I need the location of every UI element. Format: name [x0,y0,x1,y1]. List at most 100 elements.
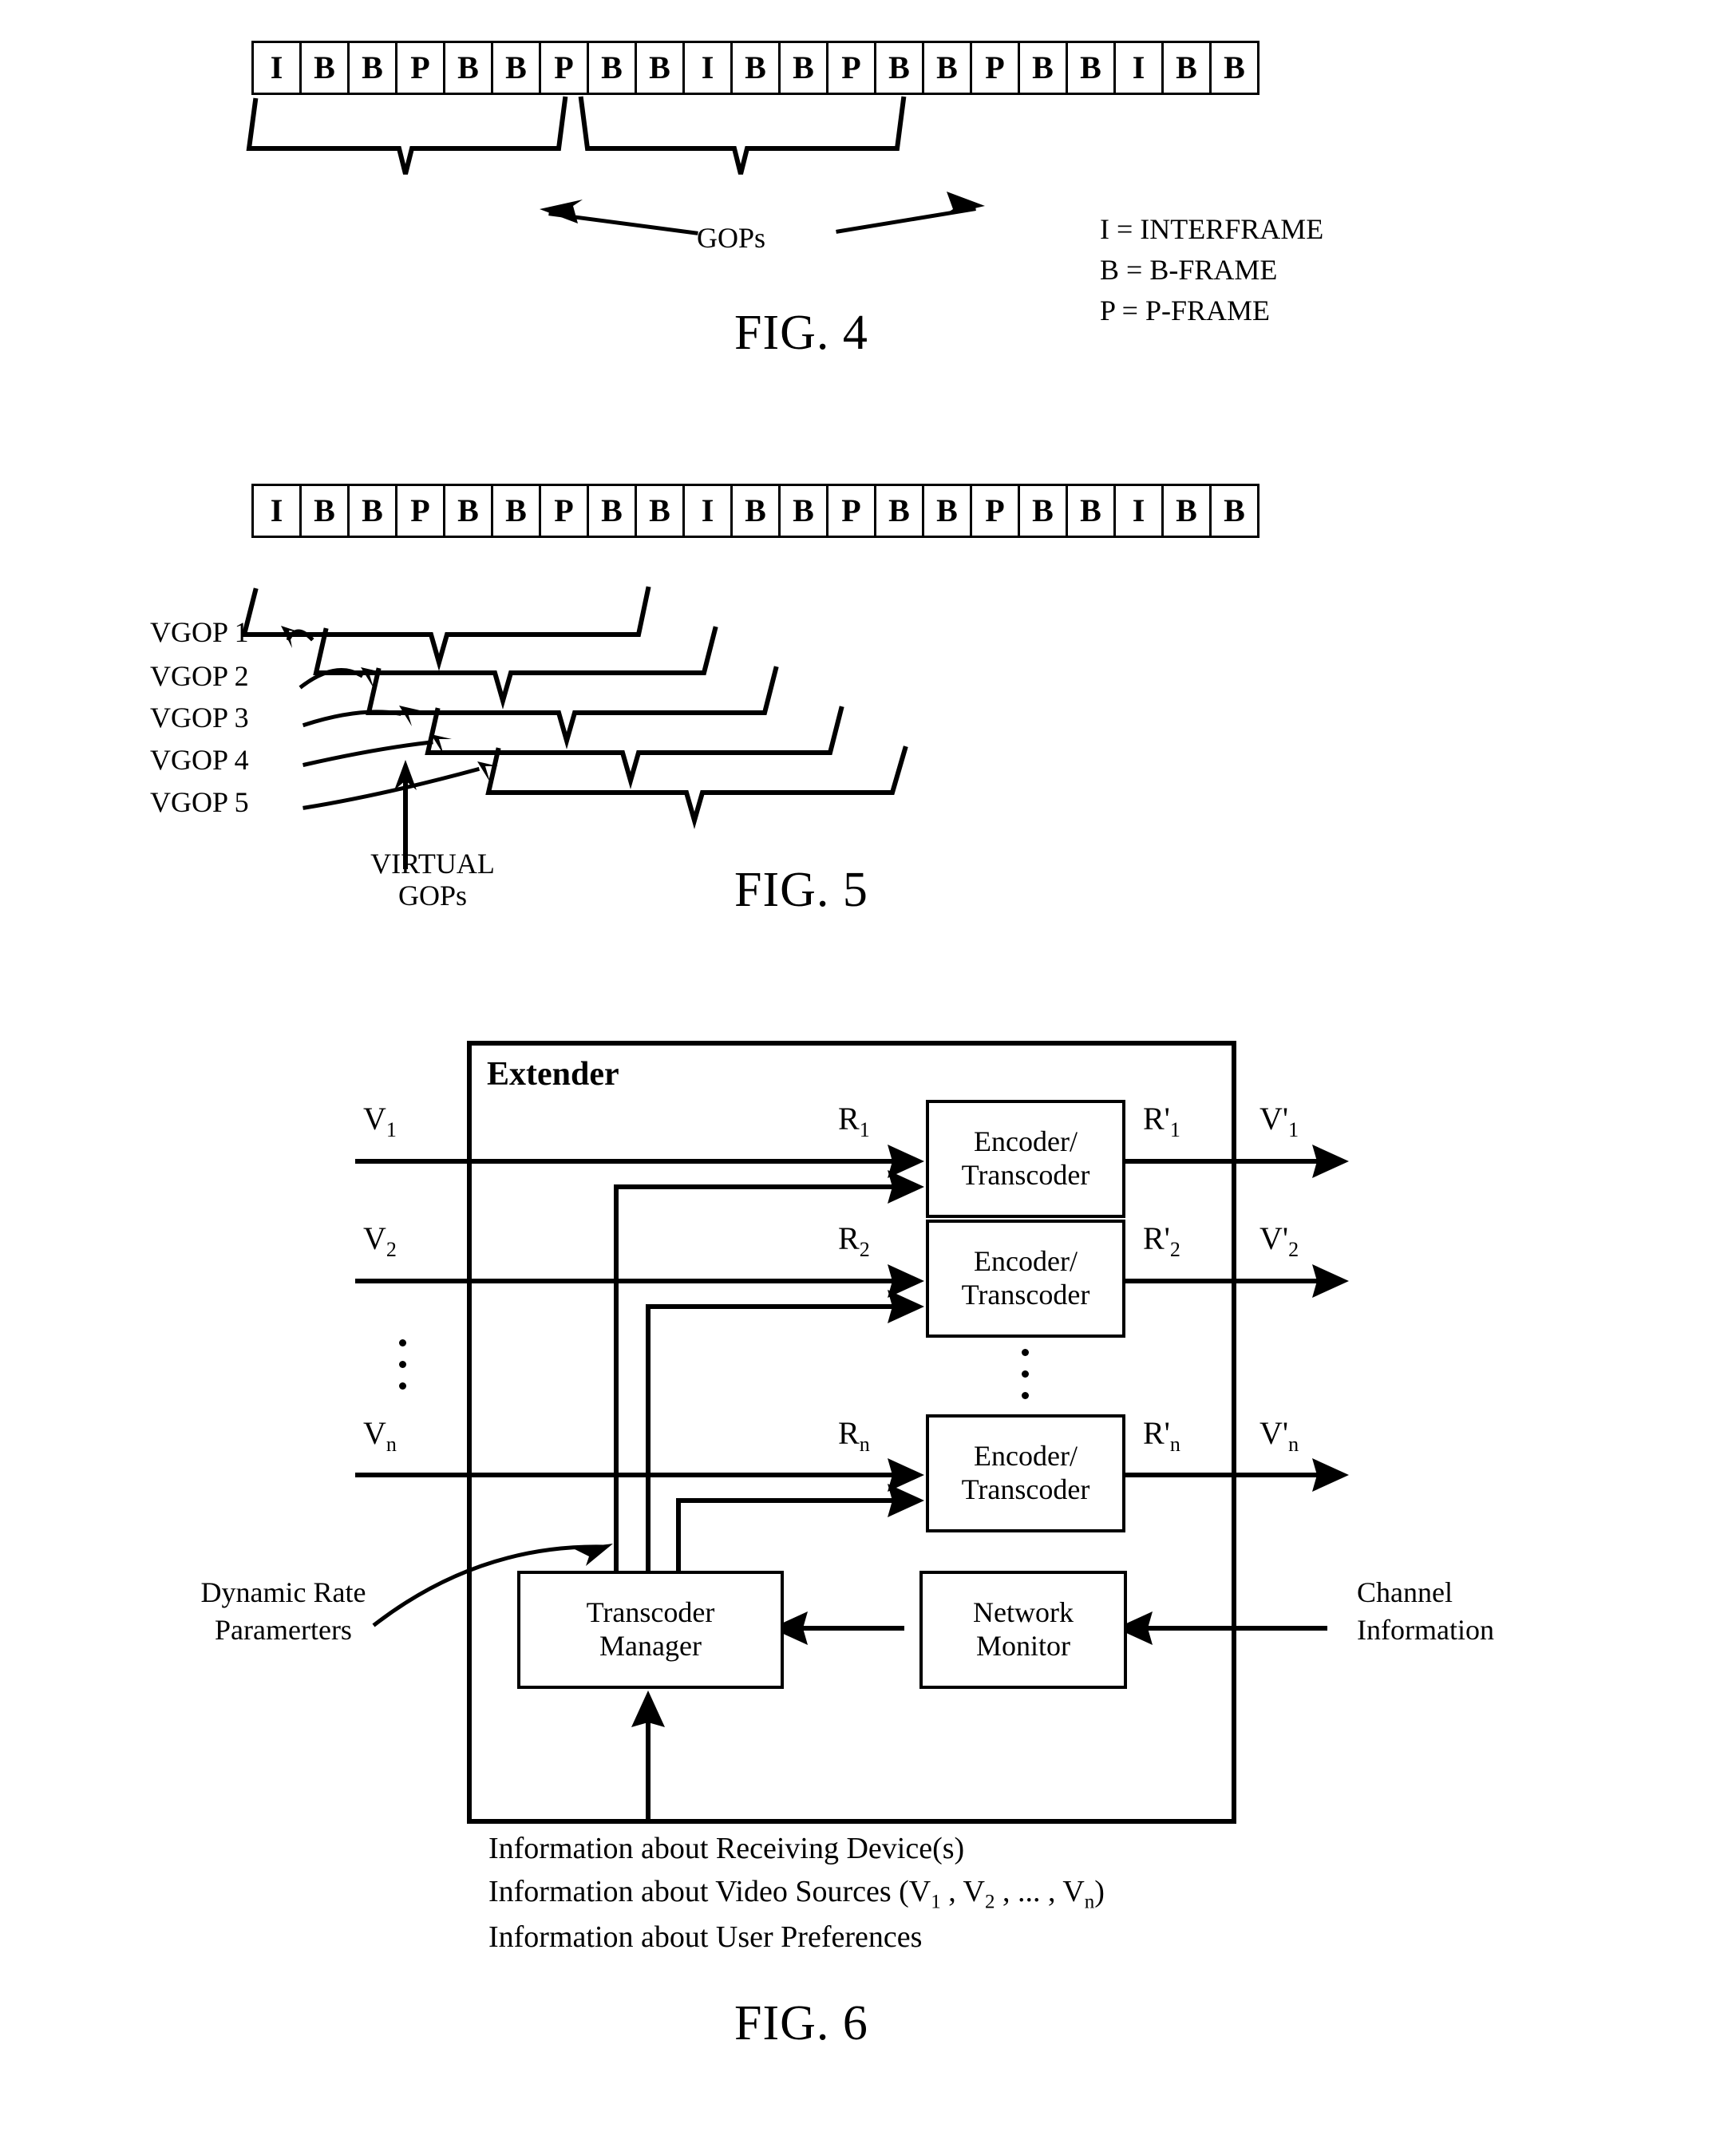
fig4-frame-cell: B [350,43,397,93]
fig4-frame-cell: I [1116,43,1164,93]
information-block: Information about Receiving Device(s) In… [488,1828,1105,1959]
fig4-frame-cell: B [589,43,637,93]
fig4-frame-cell: B [1068,43,1116,93]
vgop-label-4: VGOP 4 [150,744,249,776]
channel-information-line2: Information [1357,1613,1494,1646]
virtual-gops-line1: VIRTUAL [370,848,495,880]
fig4-frame-cell: B [876,43,924,93]
fig5-frame-cell: B [589,486,637,536]
fig5-frame-cell: B [350,486,397,536]
fig4-frame-cell: B [493,43,541,93]
sig-r2-base: R [838,1220,860,1256]
signal-output-video-1: V'1 [1259,1100,1299,1142]
sig-vp1-sub: 1 [1288,1118,1299,1141]
sig-v1-base: V [363,1101,386,1137]
sig-vn-sub: n [386,1433,397,1456]
fig4-frame-cell: B [924,43,972,93]
sig-vn-base: V [363,1415,386,1451]
fig5-frame-cell: B [493,486,541,536]
encoder-transcoder-box-n[interactable]: Encoder/ Transcoder [926,1414,1125,1532]
virtual-gops-line2: GOPs [397,880,468,912]
vgop-label-5: VGOP 5 [150,786,249,818]
info-line-user-preferences: Information about User Preferences [488,1920,923,1955]
fig4-frame-cell: B [781,43,828,93]
transcoder-manager-line1: Transcoder [586,1596,715,1629]
sig-rpn-base: R' [1143,1415,1170,1451]
signal-rate-n: Rn [838,1414,870,1457]
channel-information-label: Channel Information [1357,1574,1620,1649]
fig5-frame-cell: I [685,486,733,536]
sig-r2-sub: 2 [859,1238,870,1261]
sig-rp2-sub: 2 [1169,1238,1180,1261]
encoder-box-1-line2: Transcoder [961,1159,1090,1191]
info-line-receiving-devices: Information about Receiving Device(s) [488,1832,965,1865]
extender-title: Extender [487,1056,619,1093]
fig4-gops-label: GOPs [697,222,766,254]
legend-line-pframe: P = P-FRAME [1100,295,1271,327]
sig-rn-sub: n [859,1433,870,1456]
fig5-frame-cell: B [733,486,781,536]
vgop-arrowheads [281,626,498,790]
fig5-frame-cell: B [876,486,924,536]
fig4-frame-cell: P [972,43,1020,93]
input-ellipsis [399,1339,406,1390]
encoder-transcoder-box-1[interactable]: Encoder/ Transcoder [926,1100,1125,1218]
fig4-legend: I = INTERFRAME B = B-FRAME P = P-FRAME [1100,209,1323,331]
vgop-label-2: VGOP 2 [150,660,249,692]
signal-input-video-n: Vn [363,1414,397,1457]
fig5-caption: FIG. 5 [734,863,868,917]
sig-vpn-base: V' [1259,1415,1289,1451]
fig5-frame-strip: IBBPBBPBBIBBPBBPBBIBB [251,484,1259,538]
encoder-transcoder-box-2[interactable]: Encoder/ Transcoder [926,1220,1125,1338]
fig6-caption: FIG. 6 [734,1996,868,2050]
encoder-box-2-line1: Encoder/ [974,1245,1078,1278]
patent-figure-page: IBBPBBPBBIBBPBBPBBIBB GOPs I = INTERFRAM… [0,0,1736,2155]
fig5-frame-cell: B [781,486,828,536]
signal-output-video-2: V'2 [1259,1220,1299,1262]
fig4-frame-cell: P [541,43,589,93]
sig-v1-sub: 1 [386,1118,397,1141]
network-monitor-box[interactable]: Network Monitor [919,1571,1127,1689]
fig4-frame-cell: I [685,43,733,93]
fig4-caption: FIG. 4 [734,306,868,360]
transcoder-manager-line2: Manager [599,1630,702,1662]
fig4-frame-cell: P [397,43,445,93]
signal-input-video-2: V2 [363,1220,397,1262]
sig-v2-base: V [363,1220,386,1256]
sig-v2-sub: 2 [386,1238,397,1261]
sig-rpn-sub: n [1169,1433,1180,1456]
sig-rp1-sub: 1 [1169,1118,1180,1141]
fig5-frame-cell: P [828,486,876,536]
signal-rate-out-n: R'n [1143,1414,1180,1457]
encoder-box-1-line1: Encoder/ [974,1125,1078,1158]
legend-line-bframe: B = B-FRAME [1100,254,1278,287]
fig5-frame-cell: B [1068,486,1116,536]
fig5-frame-cell: P [972,486,1020,536]
fig5-frame-cell: B [1224,492,1245,528]
fig4-frame-cell: B [637,43,685,93]
fig5-frame-cell: B [1164,486,1212,536]
channel-information-line1: Channel [1357,1576,1453,1608]
encoder-box-n-line1: Encoder/ [974,1440,1078,1473]
fig4-frame-cell: B [445,43,493,93]
sig-rn-base: R [838,1415,860,1451]
encoder-box-n-line2: Transcoder [961,1473,1090,1505]
fig4-frame-cell: P [828,43,876,93]
network-monitor-line1: Network [973,1596,1074,1629]
fig5-frame-cell: I [1116,486,1164,536]
signal-rate-2: R2 [838,1220,870,1262]
info-line-video-sources: Information about Video Sources (V1 , V2… [488,1874,1105,1913]
fig4-frame-cell: B [1224,49,1245,85]
sig-rp1-base: R' [1143,1101,1170,1137]
sig-vp2-sub: 2 [1288,1238,1299,1261]
signal-rate-out-2: R'2 [1143,1220,1180,1262]
fig4-frame-cell: I [254,43,302,93]
sig-vpn-sub: n [1288,1433,1299,1456]
fig5-frame-cell: B [1020,486,1068,536]
network-monitor-line2: Monitor [975,1630,1070,1662]
fig5-frame-cell: P [541,486,589,536]
signal-input-video-1: V1 [363,1100,397,1142]
vgop-label-3: VGOP 3 [150,702,249,733]
fig4-frame-cell: B [1164,43,1212,93]
transcoder-manager-box[interactable]: Transcoder Manager [517,1571,784,1689]
